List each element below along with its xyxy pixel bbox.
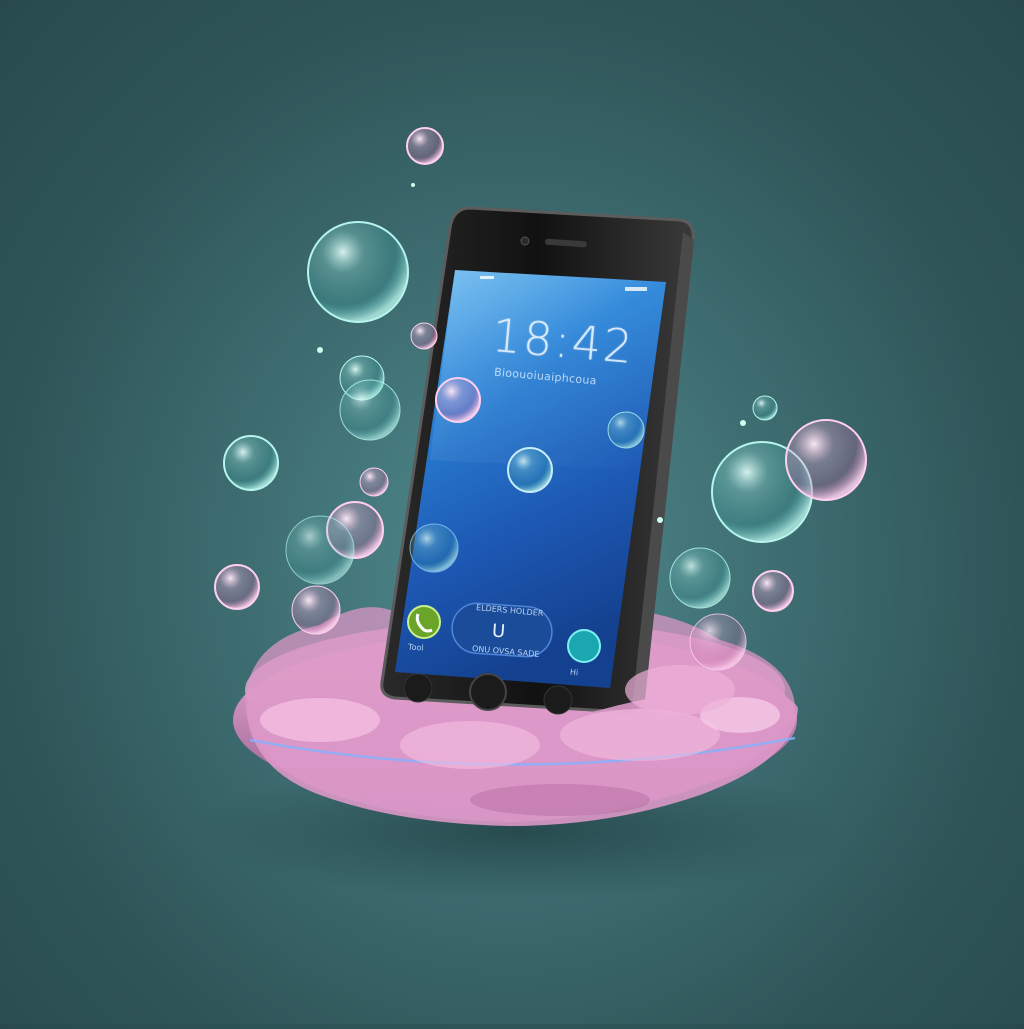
bubble: [291, 585, 341, 635]
bubble: [223, 435, 279, 491]
bubble: [285, 515, 355, 585]
bubble: [740, 420, 746, 426]
bubble: [406, 127, 444, 165]
bubble: [359, 467, 389, 497]
bubble: [307, 221, 409, 323]
bubble: [410, 322, 438, 350]
phone-accept-icon: [407, 605, 441, 639]
teal-call-button: [567, 629, 601, 663]
illustration: [200, 127, 867, 900]
home-button-icon: [469, 673, 507, 711]
bubble: [339, 379, 401, 441]
scene: 18:42 Bioouoiuaiphcoua ELDERS HOLDER U O…: [0, 0, 1024, 1024]
bubble: [752, 570, 794, 612]
bubble: [507, 447, 553, 493]
bubble: [669, 547, 731, 609]
bubble: [317, 347, 323, 353]
camera-icon: [520, 236, 530, 246]
bubble: [752, 395, 778, 421]
bubble: [689, 613, 747, 671]
bubble: [435, 377, 481, 423]
bubble: [214, 564, 260, 610]
bubble: [657, 517, 663, 523]
bubble: [411, 183, 415, 187]
bubble: [409, 523, 459, 573]
bubble: [607, 411, 645, 449]
call-pill: [451, 602, 553, 658]
bubble: [785, 419, 867, 501]
